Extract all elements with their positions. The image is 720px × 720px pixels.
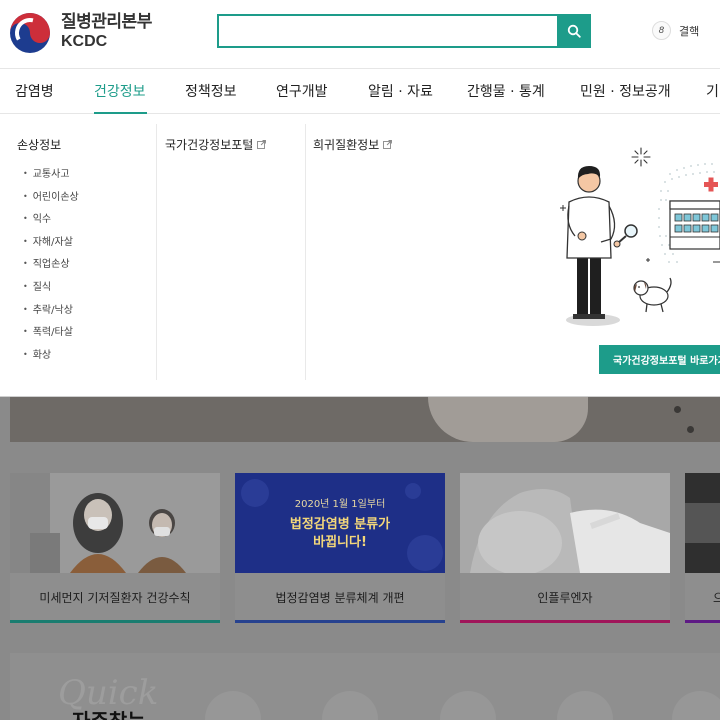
quick-links-section: Quick 자주찾는 (10, 653, 720, 720)
quick-link-health[interactable] (440, 691, 496, 720)
hero-pagination-dot[interactable] (687, 426, 694, 433)
health-portal-illustration (560, 147, 720, 326)
logo-korean: 질병관리본부 (61, 12, 152, 32)
nav-notice-data[interactable]: 알림 · 자료 (368, 81, 433, 101)
go-to-health-portal-button[interactable]: 국가건강정보포털 바로가기 (599, 345, 720, 374)
quick-link-globe[interactable] (205, 691, 261, 720)
submenu-self-harm[interactable]: 자해/자살 (23, 236, 79, 259)
search-button[interactable] (557, 14, 591, 48)
injury-submenu: 교통사고 어린이손상 익수 자해/자살 직업손상 질식 추락/낙상 폭력/타살 … (23, 168, 79, 371)
external-link-icon (383, 140, 393, 149)
quick-links-title: 자주찾는 (72, 705, 146, 720)
hero-image-figure (428, 397, 588, 442)
menu-national-health-portal-label: 국가건강정보포털 (165, 138, 254, 152)
site-header: 질병관리본부 KCDC 8 결핵 (0, 0, 720, 68)
feature-card[interactable]: 인플루엔자 (460, 473, 670, 623)
submenu-fall[interactable]: 추락/낙상 (23, 304, 79, 327)
quick-link-document[interactable] (672, 691, 720, 720)
search-box (217, 14, 591, 48)
popular-keyword[interactable]: 8 결핵 (652, 21, 699, 40)
card-accent-bar (235, 620, 445, 623)
submenu-occupational-injury[interactable]: 직업손상 (23, 258, 79, 281)
nav-publications-stats[interactable]: 간행물 · 통계 (467, 81, 545, 101)
menu-injury-info[interactable]: 손상정보 (17, 136, 61, 153)
submenu-violence[interactable]: 폭력/타살 (23, 326, 79, 349)
submenu-traffic-accident[interactable]: 교통사고 (23, 168, 79, 191)
menu-injury-info-label: 손상정보 (17, 138, 62, 152)
card-caption: 인플루엔자 (460, 573, 670, 621)
card-image-partial (685, 473, 720, 573)
column-divider (305, 124, 306, 380)
main-navigation: 감염병 건강정보 정책정보 연구개발 알림 · 자료 간행물 · 통계 민원 ·… (0, 68, 720, 115)
submenu-burn[interactable]: 화상 (23, 349, 79, 372)
keyword-rank-badge: 8 (652, 21, 671, 40)
nav-health-info[interactable]: 건강정보 (94, 81, 146, 101)
nav-infectious-disease[interactable]: 감염병 (15, 81, 54, 101)
search-input[interactable] (219, 16, 555, 46)
dimmed-page-content: 미세먼지 기저질환자 건강수칙 2020년 1월 1일부터 법정감염병 분류가 … (0, 397, 720, 720)
logo-english: KCDC (61, 33, 108, 50)
banner-headline-1: 법정감염병 분류가 (289, 517, 391, 532)
logo-text[interactable]: 질병관리본부 KCDC (61, 12, 152, 52)
menu-rare-disease-info-label: 희귀질환정보 (313, 138, 380, 152)
keyword-label: 결핵 (679, 24, 700, 38)
card-accent-bar (685, 620, 720, 623)
banner-date-text: 2020년 1월 1일부터 (294, 499, 386, 510)
nav-civil-info[interactable]: 민원 · 정보공개 (580, 81, 671, 101)
nav-policy-info[interactable]: 정책정보 (185, 81, 237, 101)
kcdc-logo-icon[interactable] (9, 12, 51, 54)
column-divider (156, 124, 157, 380)
menu-rare-disease-info[interactable]: 희귀질환정보 (313, 136, 393, 153)
menu-national-health-portal[interactable]: 국가건강정보포털 (165, 136, 267, 153)
feature-card[interactable]: 으 (685, 473, 720, 623)
hero-banner (10, 397, 720, 442)
card-image-fine-dust (10, 473, 220, 573)
card-caption: 법정감염병 분류체계 개편 (235, 573, 445, 621)
feature-card[interactable]: 2020년 1월 1일부터 법정감염병 분류가 바뀝니다! 법정감염병 분류체계… (235, 473, 445, 623)
submenu-suffocation[interactable]: 질식 (23, 281, 79, 304)
card-caption: 미세먼지 기저질환자 건강수칙 (10, 573, 220, 621)
search-icon (567, 24, 581, 38)
nav-more[interactable]: 기 (706, 81, 719, 101)
nav-research[interactable]: 연구개발 (276, 81, 328, 101)
quick-link-organization[interactable] (557, 691, 613, 720)
card-image-influenza (460, 473, 670, 573)
submenu-child-injury[interactable]: 어린이손상 (23, 191, 79, 214)
card-accent-bar (10, 620, 220, 623)
external-link-icon (257, 140, 267, 149)
card-accent-bar (460, 620, 670, 623)
feature-card[interactable]: 미세먼지 기저질환자 건강수칙 (10, 473, 220, 623)
card-caption: 으 (685, 573, 720, 621)
banner-headline-2: 바뀝니다! (313, 535, 367, 550)
quick-link-video[interactable] (322, 691, 378, 720)
submenu-drowning[interactable]: 익수 (23, 213, 79, 236)
hero-pagination-dot[interactable] (674, 406, 681, 413)
mega-menu-dropdown: 손상정보 교통사고 어린이손상 익수 자해/자살 직업손상 질식 추락/낙상 폭… (0, 114, 720, 397)
